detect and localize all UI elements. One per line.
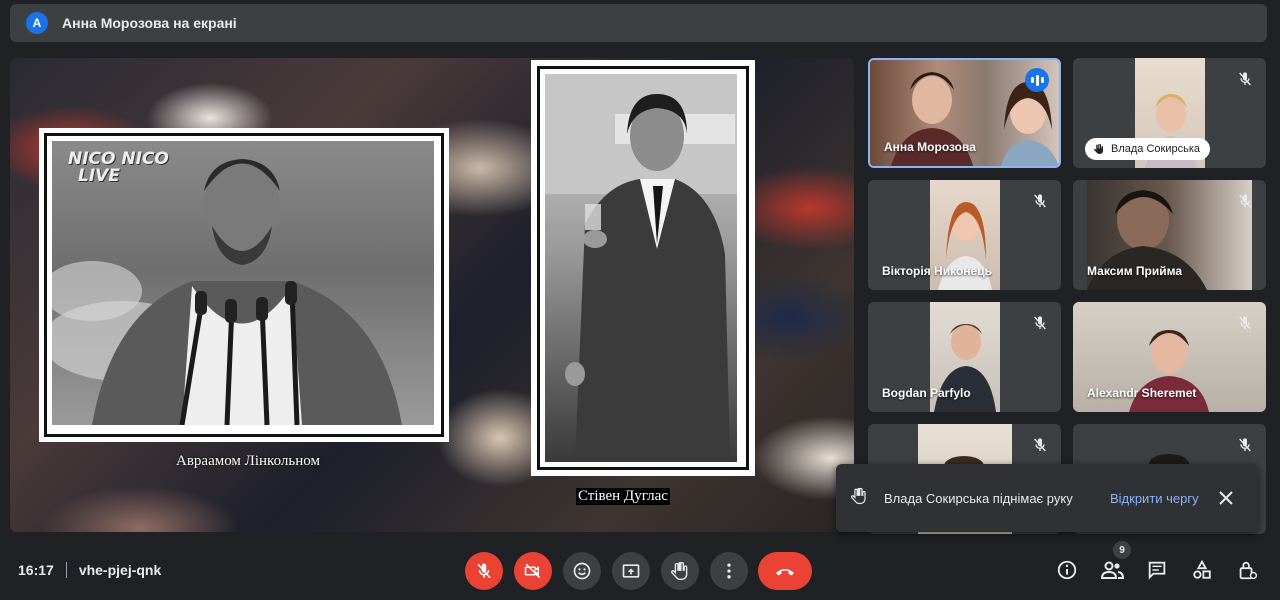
mic-off-icon	[1234, 312, 1256, 334]
more-options-button[interactable]	[710, 552, 748, 590]
host-controls-button[interactable]	[1233, 556, 1261, 584]
open-queue-button[interactable]: Відкрити чергу	[1110, 491, 1199, 506]
people-icon	[1100, 561, 1124, 579]
speaking-icon	[1025, 68, 1049, 92]
close-icon[interactable]	[1215, 487, 1237, 509]
chat-button[interactable]	[1143, 556, 1171, 584]
participant-tile[interactable]: Вікторія Никонець	[868, 180, 1061, 290]
raise-hand-icon	[850, 487, 872, 510]
lincoln-caption: Авраамом Лінкольном	[176, 453, 320, 469]
douglas-caption: Стівен Дуглас	[576, 488, 670, 505]
presenting-title: Анна Морозова на екрані	[62, 15, 237, 31]
meeting-details-button[interactable]	[1053, 556, 1081, 584]
participants-button[interactable]	[1098, 556, 1126, 584]
participant-name: Bogdan Parfylo	[882, 386, 971, 400]
chat-icon	[1148, 561, 1166, 580]
participant-name: Анна Морозова	[884, 140, 976, 154]
douglas-photo-frame	[531, 60, 755, 476]
participant-tile[interactable]: Максим Прийма	[1073, 180, 1266, 290]
hand-raised-chip: Влада Сокирська	[1085, 138, 1211, 160]
participant-name: Вікторія Никонець	[882, 264, 992, 278]
lincoln-photo-frame: NICO NICO LIVE	[39, 128, 449, 442]
notification-message: Влада Сокирська піднімає руку	[884, 490, 1073, 506]
hangup-icon	[776, 569, 794, 576]
present-icon	[622, 564, 640, 578]
hand-raised-notification: Влада Сокирська піднімає руку Відкрити ч…	[836, 464, 1258, 532]
participant-tile[interactable]: Анна Морозова	[868, 58, 1061, 168]
participant-grid: Анна Морозова Влада Сокирська Вікторія Н…	[868, 58, 1268, 534]
shared-screen: NICO NICO LIVE Авраамом Лінкольном Стіве…	[10, 58, 854, 532]
participant-count-badge: 9	[1113, 541, 1131, 559]
current-time: 16:17	[18, 562, 54, 578]
mic-off-icon	[1234, 190, 1256, 212]
douglas-photo	[545, 74, 737, 462]
mic-off-icon	[1029, 434, 1051, 456]
nico-live-logo: NICO NICO LIVE	[68, 149, 169, 186]
presenter-avatar: А	[26, 12, 48, 34]
participant-tile[interactable]: Влада Сокирська	[1073, 58, 1266, 168]
emoji-icon	[573, 562, 591, 580]
presenting-banner: А Анна Морозова на екрані	[10, 4, 1267, 42]
raise-hand-icon	[671, 561, 688, 580]
mic-off-icon	[1234, 434, 1256, 456]
raise-hand-button[interactable]	[661, 552, 699, 590]
participant-tile[interactable]: Alexandr Sheremet	[1073, 302, 1266, 412]
divider	[65, 562, 67, 578]
leave-call-button[interactable]	[758, 552, 812, 590]
participant-name: Alexandr Sheremet	[1087, 386, 1197, 400]
participant-name: Влада Сокирська	[1111, 143, 1201, 155]
participant-name: Максим Прийма	[1087, 264, 1183, 278]
mic-off-icon	[1029, 312, 1051, 334]
reactions-button[interactable]	[563, 552, 601, 590]
meeting-code: vhe-pjej-qnk	[78, 562, 162, 578]
more-icon	[727, 563, 731, 579]
camera-toggle-button[interactable]	[514, 552, 552, 590]
info-icon	[1057, 560, 1077, 580]
meeting-info: 16:17 vhe-pjej-qnk	[18, 562, 161, 578]
host-controls-icon	[1239, 561, 1258, 580]
mic-toggle-button[interactable]	[465, 552, 503, 590]
mic-off-icon	[1029, 190, 1051, 212]
activities-button[interactable]	[1188, 556, 1216, 584]
lincoln-photo: NICO NICO LIVE	[52, 141, 434, 425]
control-bar: 16:17 vhe-pjej-qnk	[0, 540, 1280, 600]
raise-hand-icon	[1094, 144, 1103, 154]
mic-off-icon	[477, 563, 491, 579]
camera-off-icon	[524, 563, 541, 579]
activities-icon	[1193, 559, 1211, 579]
participant-tile[interactable]: Bogdan Parfylo	[868, 302, 1061, 412]
mic-off-icon	[1234, 68, 1256, 90]
present-button[interactable]	[612, 552, 650, 590]
